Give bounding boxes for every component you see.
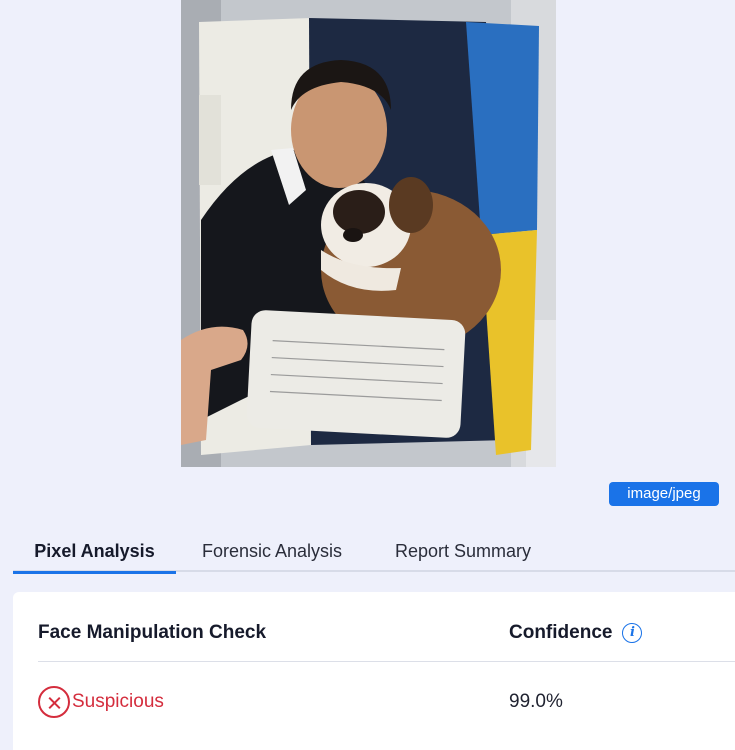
photo-illustration (181, 0, 556, 467)
confidence-value: 99.0% (509, 691, 563, 712)
confidence-header-label: Confidence (509, 622, 613, 643)
uploaded-image-preview (181, 0, 556, 467)
status-label: Suspicious (72, 691, 164, 712)
tab-report-summary[interactable]: Report Summary (368, 530, 558, 572)
results-header-row: Face Manipulation Check Confidence i (38, 592, 735, 662)
tab-pixel-analysis[interactable]: Pixel Analysis (13, 530, 176, 574)
result-row: Suspicious 99.0% (38, 685, 735, 719)
check-column-header: Face Manipulation Check (38, 622, 267, 643)
mime-type-badge: image/jpeg (609, 482, 719, 506)
confidence-column-header: Confidence i (509, 592, 643, 662)
analysis-tabs: Pixel Analysis Forensic Analysis Report … (13, 530, 735, 574)
results-card: Face Manipulation Check Confidence i Sus… (13, 592, 735, 750)
info-icon[interactable]: i (622, 623, 643, 643)
tab-forensic-analysis[interactable]: Forensic Analysis (176, 530, 368, 572)
circle-x-icon (38, 686, 70, 718)
status-cell: Suspicious (38, 685, 164, 719)
